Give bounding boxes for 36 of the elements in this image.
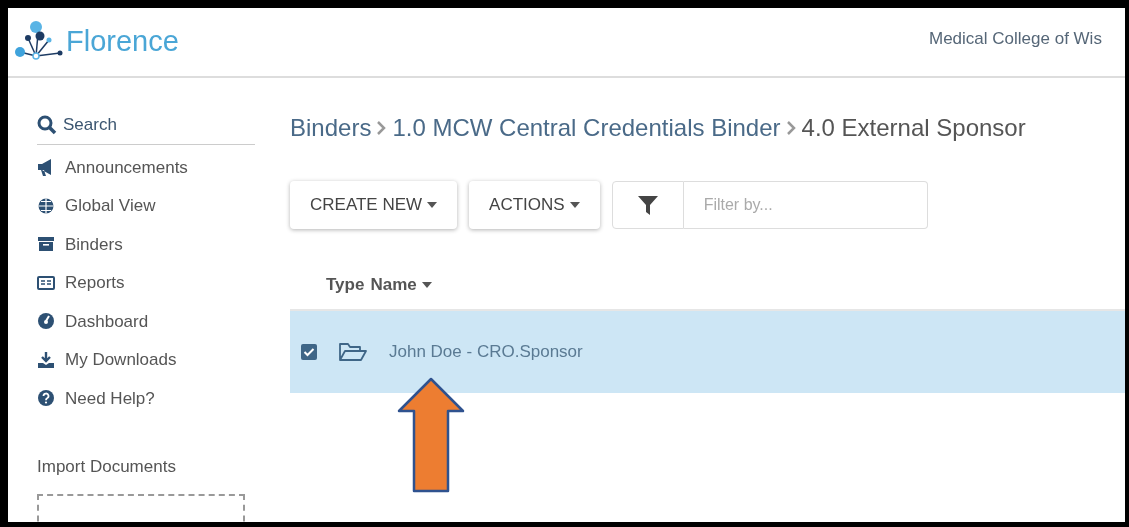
caret-icon: [569, 202, 580, 208]
breadcrumb-link[interactable]: 1.0 MCW Central Credentials Binder: [392, 110, 781, 146]
filter-icon: [636, 194, 659, 216]
folder-icon: [339, 343, 367, 361]
caret-icon: [427, 202, 438, 208]
globe-icon: [37, 196, 55, 215]
chevron-icon: [377, 121, 387, 135]
nav-link[interactable]: Announcements: [37, 154, 255, 180]
id-card-icon: [37, 273, 55, 292]
logo-text: Florence: [66, 24, 179, 60]
table-row[interactable]: John Doe - CRO.Sponsor: [290, 311, 1125, 393]
dropdown-button[interactable]: CREATE NEW: [290, 181, 458, 229]
download-icon: [37, 350, 55, 369]
dropdown-button[interactable]: ACTIONS: [469, 181, 600, 229]
search-icon: [37, 114, 57, 135]
filter-button[interactable]: [611, 181, 684, 229]
checkbox[interactable]: [301, 344, 317, 360]
archive-icon: [37, 235, 55, 254]
nav-link[interactable]: Dashboard: [37, 308, 255, 334]
nav-link[interactable]: My Downloads: [37, 347, 255, 373]
caret-icon: [421, 282, 432, 288]
nav-link[interactable]: Need Help?: [37, 385, 255, 411]
search-link[interactable]: Search: [37, 112, 255, 145]
nav-link[interactable]: Reports: [37, 270, 255, 296]
column-header: Type: [326, 274, 365, 297]
filter-field[interactable]: Filter by...: [683, 181, 928, 229]
breadcrumb-link[interactable]: Binders: [290, 110, 372, 146]
nav-link[interactable]: Binders: [37, 231, 255, 257]
nav-link[interactable]: Global View: [37, 193, 255, 219]
column-header[interactable]: Name: [370, 272, 432, 298]
chevron-icon: [786, 121, 796, 135]
help-icon: [37, 389, 55, 408]
folder-name[interactable]: John Doe - CRO.Sponsor: [389, 339, 583, 365]
organization-name: Medical College of Wis: [929, 28, 1102, 50]
section-label: Import Documents: [37, 456, 177, 478]
gauge-icon: [37, 312, 55, 331]
